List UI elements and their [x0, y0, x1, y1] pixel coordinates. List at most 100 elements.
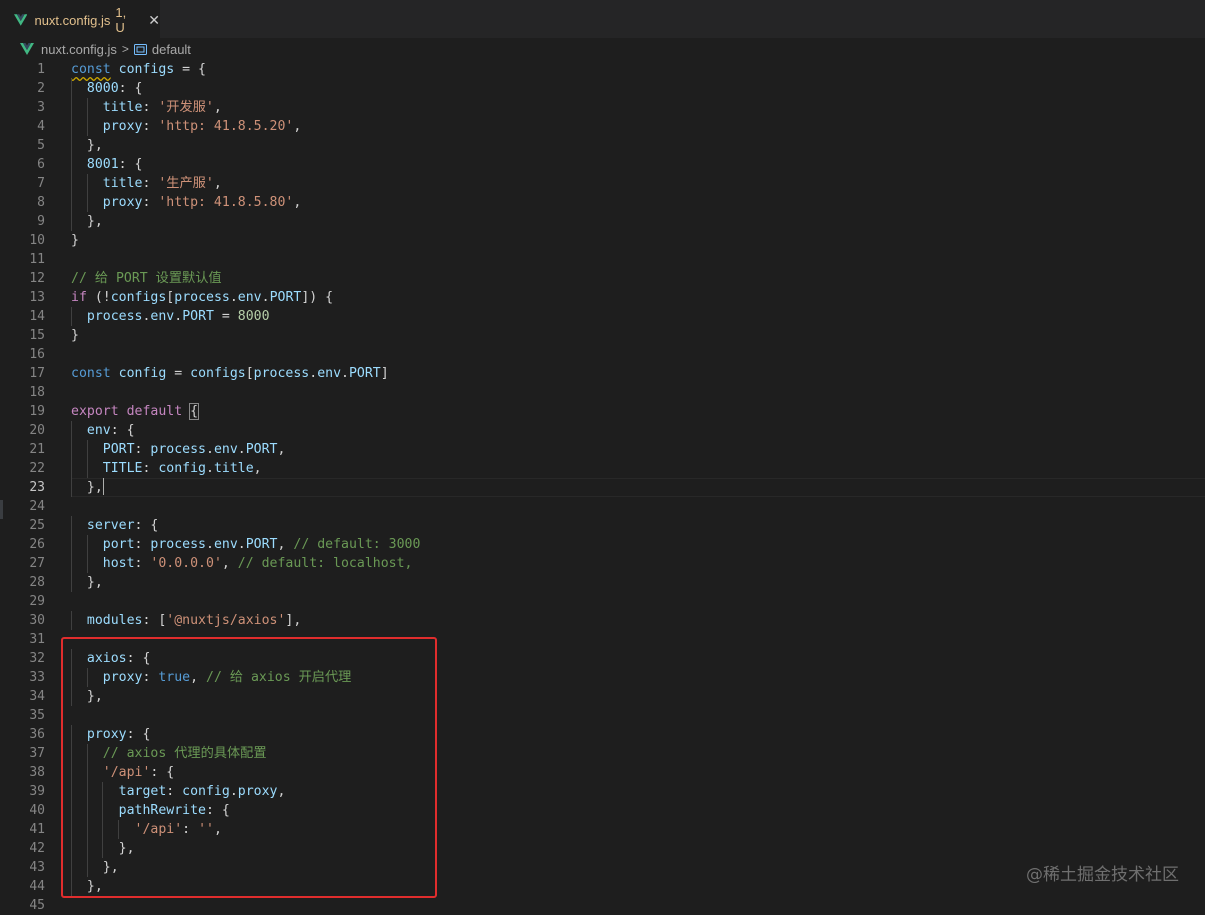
code-line[interactable]: 15}: [0, 326, 1205, 345]
code-text[interactable]: port: process.env.PORT, // default: 3000: [71, 535, 421, 554]
code-line[interactable]: 45: [0, 896, 1205, 915]
code-line[interactable]: 29: [0, 592, 1205, 611]
code-token: '0.0.0.0': [150, 556, 222, 571]
code-line[interactable]: 17 const config = configs[process.env.POR…: [0, 364, 1205, 383]
code-line[interactable]: 13 if (!configs[process.env.PORT]) {: [0, 288, 1205, 307]
code-text[interactable]: process.env.PORT = 8000: [71, 307, 270, 326]
code-line[interactable]: 30 modules: ['@nuxtjs/axios'],: [0, 611, 1205, 630]
code-line[interactable]: 4 proxy: 'http: 41.8.5.20',: [0, 117, 1205, 136]
breadcrumb-file[interactable]: nuxt.config.js: [41, 42, 117, 57]
code-token: 8000: [237, 309, 270, 324]
code-token: const: [71, 366, 111, 381]
code-token: host: [102, 556, 135, 571]
code-text[interactable]: },: [71, 212, 103, 231]
code-line[interactable]: 23 },: [0, 478, 1205, 497]
code-line[interactable]: 20 env: {: [0, 421, 1205, 440]
breadcrumb-separator: >: [121, 42, 129, 56]
code-token: 'http: 41.8.5.80': [158, 195, 294, 210]
tab-file-name: nuxt.config.js: [34, 12, 111, 28]
code-text[interactable]: proxy: 'http: 41.8.5.20',: [71, 117, 302, 136]
line-number: 26: [29, 537, 45, 552]
code-line[interactable]: 24: [0, 497, 1205, 516]
line-number: 43: [29, 860, 45, 875]
code-line[interactable]: 28 },: [0, 573, 1205, 592]
code-text[interactable]: },: [71, 478, 104, 497]
code-token: server: [86, 518, 135, 533]
code-text[interactable]: host: '0.0.0.0', // default: localhost,: [71, 554, 413, 573]
code-line[interactable]: 11: [0, 250, 1205, 269]
line-number: 34: [29, 689, 45, 704]
code-line[interactable]: 27 host: '0.0.0.0', // default: localhos…: [0, 554, 1205, 573]
code-text[interactable]: PORT: process.env.PORT,: [71, 440, 286, 459]
code-line[interactable]: 1 const configs = {: [0, 60, 1205, 79]
code-text[interactable]: },: [71, 136, 103, 155]
code-line[interactable]: 3 title: '开发服',: [0, 98, 1205, 117]
code-text[interactable]: },: [71, 573, 103, 592]
code-text[interactable]: if (!configs[process.env.PORT]) {: [71, 288, 333, 307]
code-text[interactable]: export default {: [71, 402, 200, 421]
code-line[interactable]: 2 8000: {: [0, 79, 1205, 98]
line-number: 38: [29, 765, 45, 780]
line-number: 14: [29, 309, 45, 324]
code-text[interactable]: 8000: {: [71, 79, 143, 98]
code-token: 8001: [86, 157, 119, 172]
code-text[interactable]: env: {: [71, 421, 135, 440]
code-line[interactable]: 22 TITLE: config.title,: [0, 459, 1205, 478]
code-text[interactable]: const configs = {: [71, 60, 206, 79]
code-text[interactable]: modules: ['@nuxtjs/axios'],: [71, 611, 301, 630]
code-text[interactable]: }: [71, 326, 79, 345]
code-token: '开发服': [158, 100, 214, 115]
code-text[interactable]: TITLE: config.title,: [71, 459, 262, 478]
code-token: export: [71, 404, 119, 419]
code-token: PORT: [348, 366, 381, 381]
code-token: process: [253, 366, 310, 381]
line-number: 36: [29, 727, 45, 742]
vue-icon: [14, 14, 28, 26]
code-line[interactable]: 6 8001: {: [0, 155, 1205, 174]
code-text[interactable]: title: '开发服',: [71, 98, 222, 117]
line-number: 6: [37, 157, 45, 172]
code-line[interactable]: 25 server: {: [0, 516, 1205, 535]
code-token: 'http: 41.8.5.20': [158, 119, 294, 134]
code-line[interactable]: 26 port: process.env.PORT, // default: 3…: [0, 535, 1205, 554]
code-token: PORT: [269, 290, 302, 305]
code-text[interactable]: }: [71, 231, 79, 250]
line-number: 7: [37, 176, 45, 191]
code-token: PORT: [245, 537, 278, 552]
code-line[interactable]: 14 process.env.PORT = 8000: [0, 307, 1205, 326]
code-token: process: [86, 309, 143, 324]
code-token: PORT: [182, 309, 214, 324]
editor-tab-nuxt-config[interactable]: nuxt.config.js 1, U ✕: [0, 0, 160, 38]
code-text[interactable]: 8001: {: [71, 155, 143, 174]
code-token: process: [174, 290, 230, 305]
code-token: // 给 PORT 设置默认值: [71, 271, 222, 286]
code-line[interactable]: 9 },: [0, 212, 1205, 231]
code-line[interactable]: 8 proxy: 'http: 41.8.5.80',: [0, 193, 1205, 212]
code-line[interactable]: 7 title: '生产服',: [0, 174, 1205, 193]
line-number: 9: [37, 214, 45, 229]
code-text[interactable]: title: '生产服',: [71, 174, 222, 193]
line-number: 3: [37, 100, 45, 115]
tab-status: 1, U: [115, 5, 127, 35]
code-text[interactable]: proxy: 'http: 41.8.5.80',: [71, 193, 302, 212]
line-number: 17: [29, 366, 45, 381]
code-token: const: [71, 62, 111, 77]
code-line[interactable]: 18: [0, 383, 1205, 402]
code-line[interactable]: 19 export default {: [0, 402, 1205, 421]
code-line[interactable]: 5 },: [0, 136, 1205, 155]
code-line[interactable]: 10}: [0, 231, 1205, 250]
breadcrumb-symbol[interactable]: default: [152, 42, 191, 57]
line-number: 39: [29, 784, 45, 799]
code-line[interactable]: 21 PORT: process.env.PORT,: [0, 440, 1205, 459]
close-icon[interactable]: ✕: [148, 12, 160, 29]
code-text[interactable]: server: {: [71, 516, 158, 535]
code-token: {: [189, 403, 200, 420]
code-text[interactable]: // 给 PORT 设置默认值: [71, 269, 222, 288]
code-line[interactable]: 12 // 给 PORT 设置默认值: [0, 269, 1205, 288]
line-number: 35: [29, 708, 45, 723]
code-token: process: [150, 442, 206, 457]
code-token: env: [237, 290, 262, 305]
code-text[interactable]: const config = configs[process.env.PORT]: [71, 364, 389, 383]
code-line[interactable]: 16: [0, 345, 1205, 364]
line-number: 2: [37, 81, 45, 96]
